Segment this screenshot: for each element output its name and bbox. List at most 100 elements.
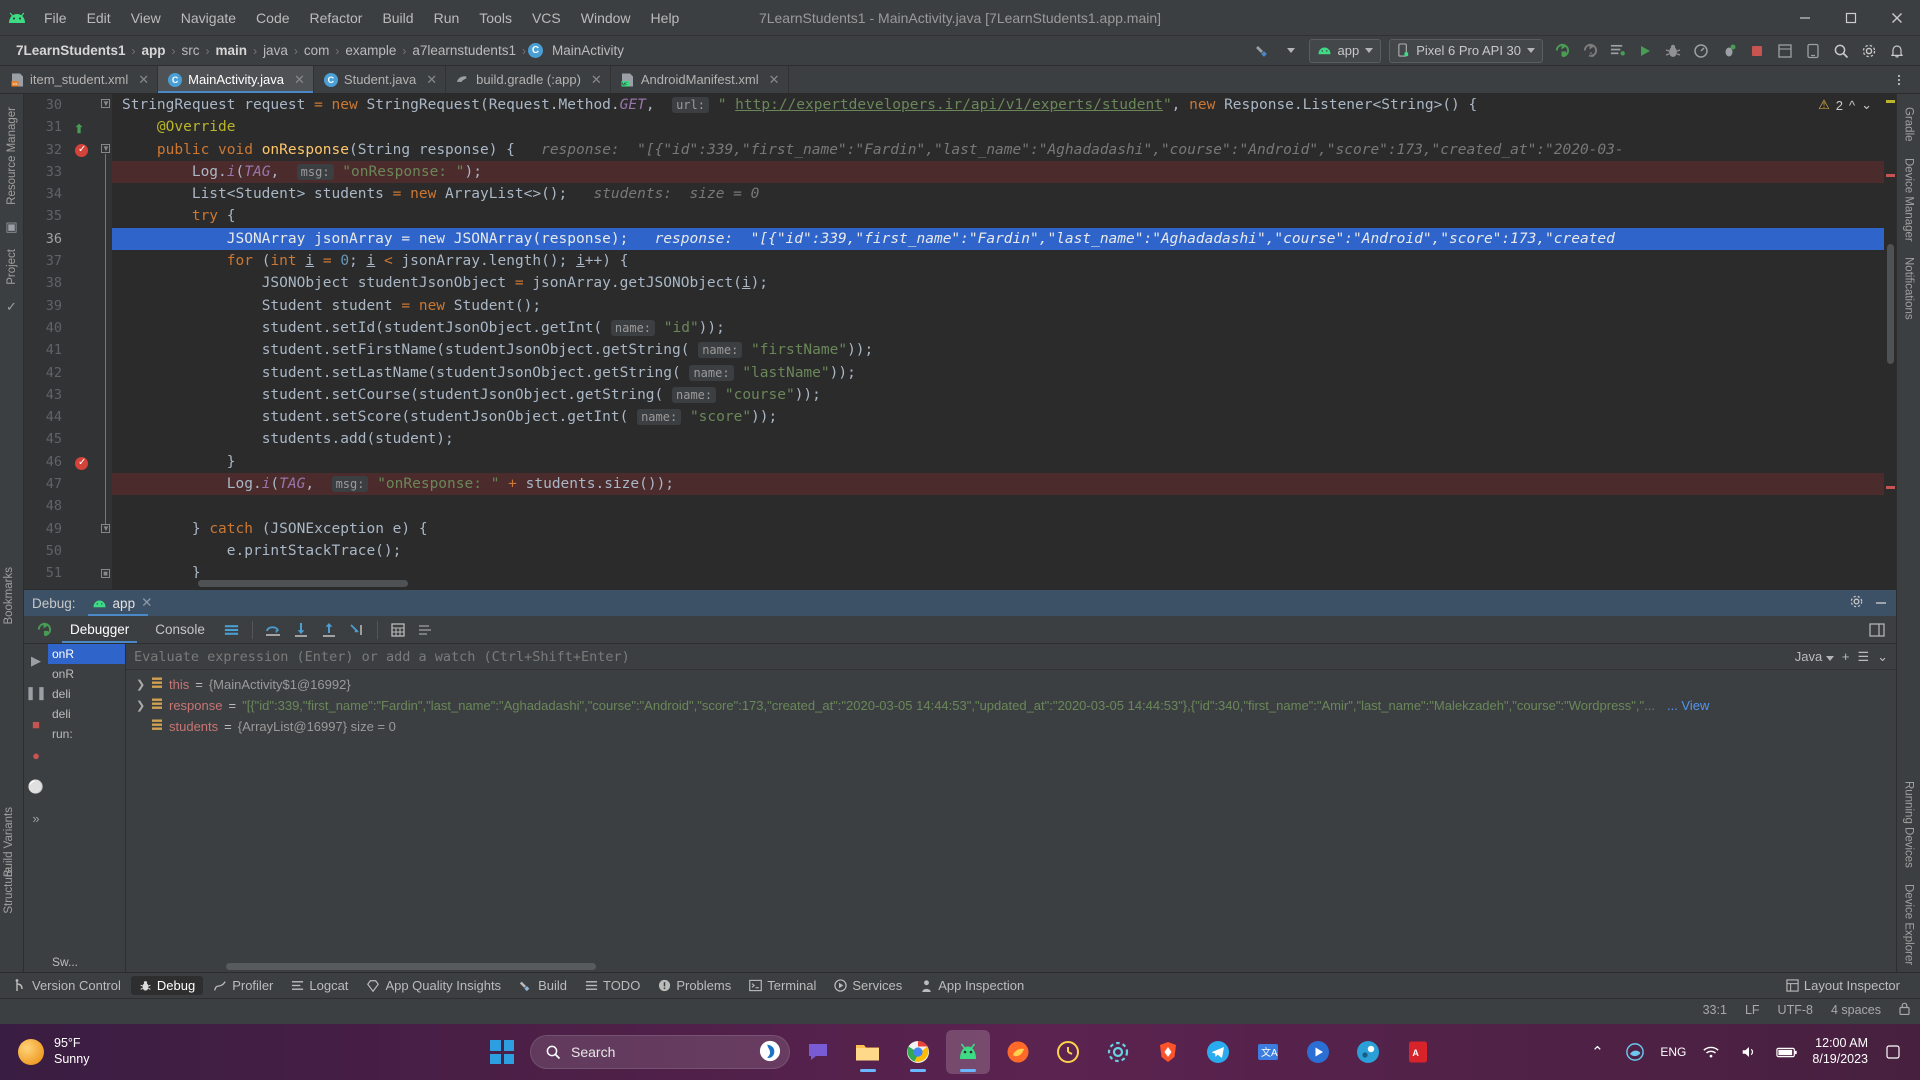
fold-marker-icon[interactable]: ▼	[101, 524, 110, 533]
code-line[interactable]: } catch (JSONException e) {	[112, 518, 1896, 540]
step-out-icon[interactable]	[316, 618, 342, 642]
more-actions-icon[interactable]: »	[32, 806, 39, 831]
firefox-icon[interactable]	[996, 1030, 1040, 1074]
breakpoint-column[interactable]: ✓ ⬆ ✓	[70, 94, 98, 589]
brave-icon[interactable]	[1146, 1030, 1190, 1074]
code-line[interactable]: student.setLastName(studentJsonObject.ge…	[112, 362, 1896, 384]
notification-center-icon[interactable]	[1880, 1039, 1906, 1065]
breadcrumb-item-src[interactable]: src	[178, 41, 204, 60]
bottom-tab-layout-inspector[interactable]: Layout Inspector	[1778, 976, 1908, 995]
chevron-right-icon[interactable]: ❯	[136, 678, 146, 691]
code-line[interactable]: student.setId(studentJsonObject.getInt( …	[112, 317, 1896, 339]
code-line[interactable]: student.setScore(studentJsonObject.getIn…	[112, 406, 1896, 428]
file-encoding[interactable]: UTF-8	[1778, 1003, 1813, 1017]
sidebar-item-device-explorer[interactable]: Device Explorer	[1900, 877, 1918, 972]
code-line[interactable]: Student student = new Student();	[112, 295, 1896, 317]
commit-icon[interactable]: ✓	[6, 294, 17, 320]
chat-app-icon[interactable]	[796, 1030, 840, 1074]
close-icon[interactable]: ✕	[138, 72, 149, 88]
stop-icon[interactable]: ■	[32, 712, 40, 737]
menu-help[interactable]: Help	[641, 6, 690, 30]
device-selector[interactable]: Pixel 6 Pro API 30	[1389, 38, 1543, 63]
search-everywhere-icon[interactable]	[1828, 39, 1854, 63]
breadcrumb-item-app[interactable]: app	[138, 41, 170, 60]
caret-position[interactable]: 33:1	[1703, 1003, 1727, 1017]
code-line[interactable]: JSONArray jsonArray = new JSONArray(resp…	[112, 227, 1896, 251]
bottom-tab-app-inspection[interactable]: App Inspection	[912, 976, 1032, 995]
variable-row[interactable]: ❯ this = {MainActivity$1@16992}	[126, 674, 1896, 695]
menu-edit[interactable]: Edit	[77, 6, 121, 30]
breakpoint-marker[interactable]: ✓	[75, 457, 88, 470]
settings-icon[interactable]	[1856, 39, 1882, 63]
code-line[interactable]: public void onResponse(String response) …	[112, 139, 1896, 161]
code-line[interactable]: StringRequest request = new StringReques…	[112, 94, 1896, 116]
minimize-icon[interactable]	[1874, 595, 1888, 612]
run-button-green-icon[interactable]	[1632, 39, 1658, 63]
bottom-tab-problems[interactable]: Problems	[650, 976, 739, 995]
lock-icon[interactable]	[1899, 1002, 1910, 1018]
layout-settings-icon[interactable]	[219, 618, 245, 642]
scrollbar-thumb[interactable]	[198, 580, 408, 587]
sidebar-item-project[interactable]: Project	[3, 242, 21, 292]
error-marker[interactable]	[1886, 486, 1895, 489]
code-line[interactable]: Log.i(TAG, msg: "onResponse: ");	[112, 160, 1896, 184]
evaluate-expression-input[interactable]: Evaluate expression (Enter) or add a wat…	[134, 649, 1787, 665]
mute-breakpoints-icon[interactable]: ⚪	[28, 774, 44, 800]
tab-console[interactable]: Console	[143, 619, 217, 640]
editor-tab-mainactivity-java[interactable]: C MainActivity.java ✕	[158, 66, 314, 93]
edge-tray-icon[interactable]	[1622, 1039, 1648, 1065]
menu-code[interactable]: Code	[246, 6, 299, 30]
code-text-area[interactable]: StringRequest request = new StringReques…	[112, 94, 1896, 589]
editor-tab-item-student-xml[interactable]: <> item_student.xml ✕	[0, 66, 159, 93]
editor-tab-android-manifest[interactable]: MF AndroidManifest.xml ✕	[611, 66, 789, 93]
rerun-icon[interactable]	[30, 618, 56, 642]
indent-setting[interactable]: 4 spaces	[1831, 1003, 1881, 1017]
fold-marker-icon[interactable]: ▼	[101, 99, 110, 108]
run-configuration-selector[interactable]: app	[1308, 38, 1382, 63]
run-icon[interactable]	[1548, 39, 1574, 63]
attach-debugger-icon[interactable]	[1716, 39, 1742, 63]
editor-tab-student-java[interactable]: C Student.java ✕	[314, 66, 447, 93]
close-icon[interactable]: ✕	[591, 72, 602, 88]
language-selector[interactable]: Java	[1795, 649, 1834, 664]
frame-item[interactable]: Sw...	[48, 952, 125, 972]
settings-list-icon[interactable]	[413, 618, 439, 642]
android-studio-icon[interactable]	[946, 1030, 990, 1074]
code-line[interactable]	[112, 495, 1896, 517]
split-view-icon[interactable]	[1864, 618, 1890, 642]
menu-refactor[interactable]: Refactor	[300, 6, 373, 30]
tab-debugger[interactable]: Debugger	[58, 619, 141, 643]
acrobat-icon[interactable]: A	[1396, 1030, 1440, 1074]
code-line[interactable]: JSONObject studentJsonObject = jsonArray…	[112, 272, 1896, 294]
code-line[interactable]: for (int i = 0; i < jsonArray.length(); …	[112, 250, 1896, 272]
translate-icon[interactable]: 文A	[1246, 1030, 1290, 1074]
apply-code-changes-icon[interactable]	[1604, 39, 1630, 63]
notifications-icon[interactable]	[1884, 39, 1910, 63]
menu-build[interactable]: Build	[372, 6, 423, 30]
bottom-tab-version-control[interactable]: Version Control	[6, 976, 129, 995]
menu-run[interactable]: Run	[424, 6, 470, 30]
chevron-down-icon[interactable]: ⌄	[1877, 649, 1888, 665]
fold-marker-icon[interactable]: ■	[101, 569, 110, 578]
menu-tools[interactable]: Tools	[469, 6, 522, 30]
editor-tab-build-gradle[interactable]: build.gradle (:app) ✕	[446, 66, 611, 93]
menu-navigate[interactable]: Navigate	[171, 6, 246, 30]
close-button[interactable]	[1874, 0, 1920, 36]
code-folding-column[interactable]: ▼ ▼ ▼ ■	[98, 94, 112, 589]
close-icon[interactable]: ✕	[426, 72, 437, 88]
layout-editor-icon[interactable]	[1772, 39, 1798, 63]
breadcrumb-item-class[interactable]: MainActivity	[548, 41, 628, 60]
warning-marker[interactable]	[1886, 100, 1895, 103]
battery-icon[interactable]	[1774, 1039, 1800, 1065]
error-marker[interactable]	[1886, 174, 1895, 177]
breakpoint-marker[interactable]: ✓	[75, 144, 88, 157]
volume-icon[interactable]	[1736, 1039, 1762, 1065]
bottom-tab-terminal[interactable]: Terminal	[741, 976, 824, 995]
project-structure-icon[interactable]: ▣	[5, 214, 17, 240]
bottom-tab-debug[interactable]: Debug	[130, 976, 204, 995]
bottom-tab-profiler[interactable]: Profiler	[205, 976, 281, 995]
clock-app-icon[interactable]	[1046, 1030, 1090, 1074]
scrollbar-thumb[interactable]	[1887, 244, 1894, 364]
inspection-widget[interactable]: ⚠ 2 ^ ⌄	[1818, 97, 1872, 113]
steam-icon[interactable]	[1346, 1030, 1390, 1074]
